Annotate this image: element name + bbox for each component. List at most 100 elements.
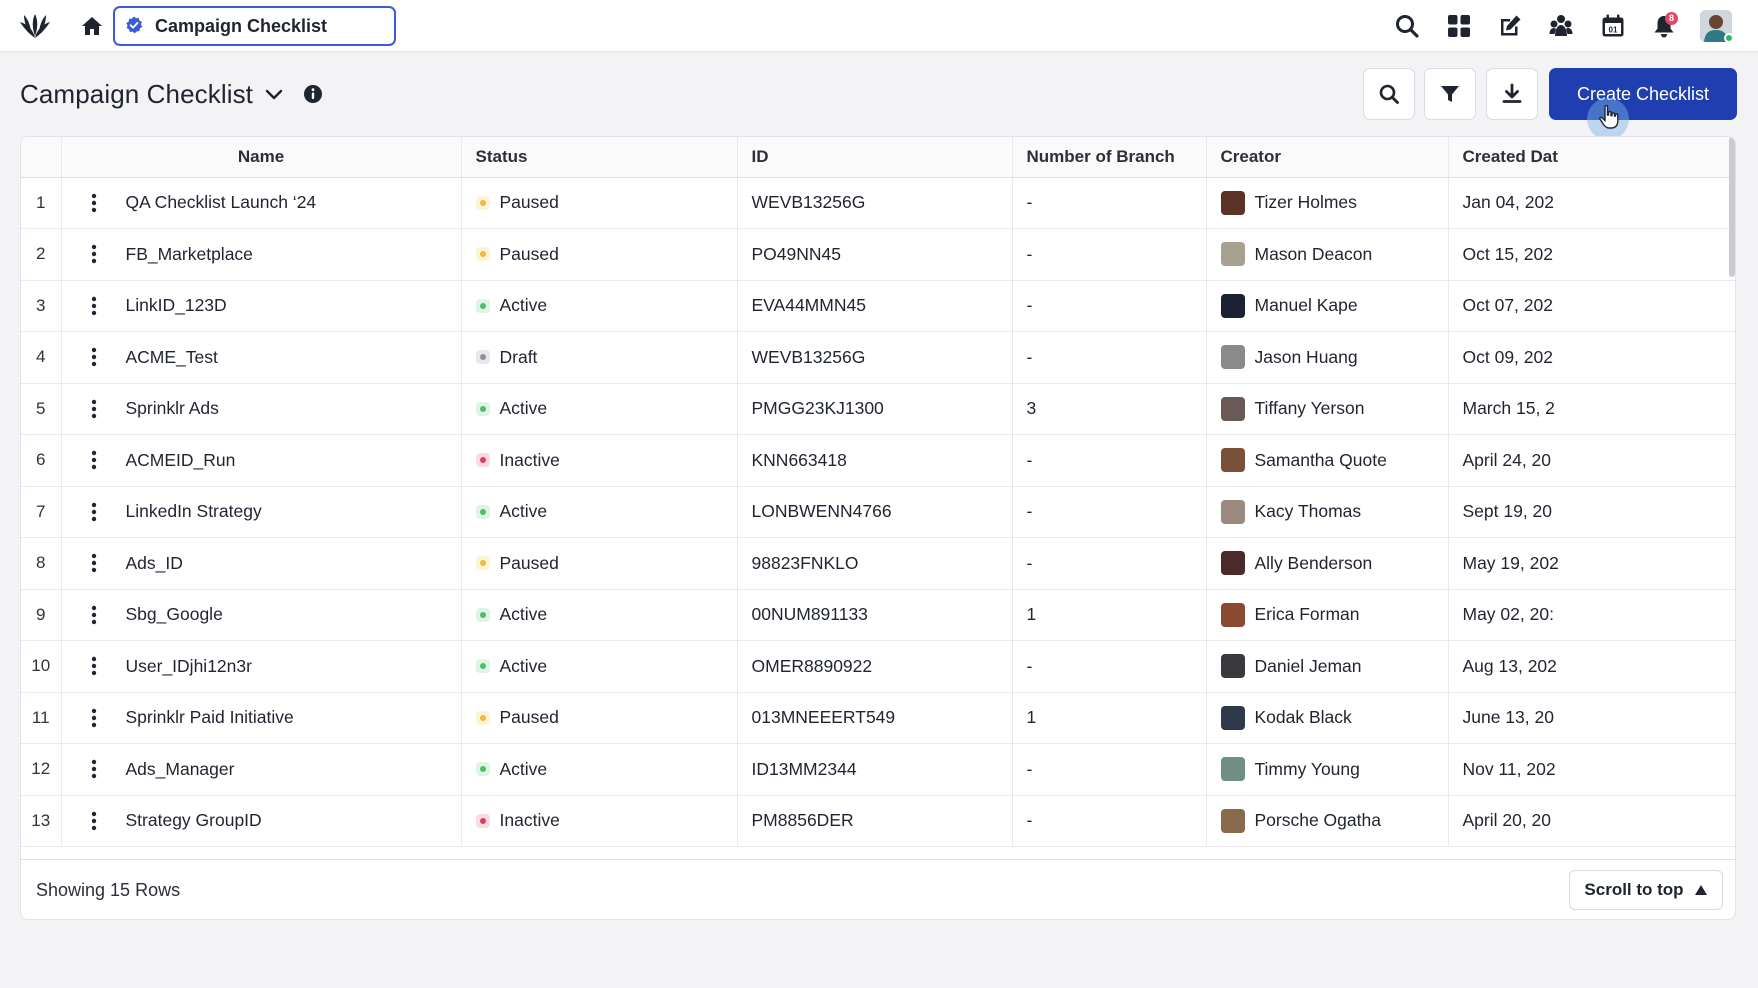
creator-name: Manuel Kape — [1254, 295, 1358, 316]
table-row[interactable]: 2 FB_Marketplace Paused PO49NN45- Mason Deac… — [21, 228, 1735, 281]
compose-icon[interactable] — [1497, 13, 1523, 39]
logo-icon[interactable] — [18, 11, 52, 41]
status-label: Active — [499, 604, 548, 625]
row-index: 3 — [21, 280, 62, 332]
table-row[interactable]: 13 Strategy GroupID Inactive PM8856DER - Pors… — [21, 795, 1735, 847]
checklist-settings-icon — [126, 16, 143, 34]
creator-avatar — [1220, 396, 1245, 421]
home-icon[interactable] — [80, 14, 104, 38]
row-index: 12 — [21, 743, 62, 796]
creator-cell: Jason Huang — [1206, 331, 1449, 384]
branches-cell: - — [1012, 537, 1207, 590]
branches-cell: 3 — [1012, 383, 1207, 435]
search-icon[interactable] — [1394, 13, 1420, 39]
filter-button[interactable] — [1424, 68, 1476, 120]
checklist-name[interactable]: Sprinklr Paid Initiative — [126, 707, 294, 728]
status-label: Paused — [499, 552, 559, 573]
branches-cell: - — [1012, 486, 1207, 538]
column-header-id[interactable]: ID — [737, 137, 1013, 178]
created-date-cell: May 02, 20: — [1448, 589, 1735, 641]
chevron-down-icon[interactable] — [263, 83, 285, 105]
vertical-scrollbar[interactable] — [1729, 137, 1735, 277]
table-row[interactable]: 4 ACME_Test Draft WEVB13256G - Jason Huang Oct… — [21, 331, 1735, 384]
checklist-name[interactable]: User_IDjhi12n3r — [126, 656, 252, 677]
column-header-created-date[interactable]: Created Dat — [1448, 137, 1735, 178]
checklist-name[interactable]: FB_Marketplace — [126, 244, 253, 265]
status-dot-icon — [475, 298, 490, 313]
kebab-menu-icon[interactable] — [84, 809, 104, 833]
created-date-cell: May 19, 202 — [1448, 537, 1735, 590]
checklist-name[interactable]: Sbg_Google — [126, 604, 223, 625]
table-row[interactable]: 11 Sprinklr Paid Initiative Paused 013MNEEE… — [21, 692, 1735, 744]
checklist-name[interactable]: Sprinklr Ads — [126, 398, 219, 419]
kebab-menu-icon[interactable] — [84, 500, 104, 524]
checklist-name[interactable]: Ads_ID — [126, 553, 183, 574]
kebab-menu-icon[interactable] — [84, 345, 104, 369]
column-header-branches[interactable]: Number of Branch — [1012, 137, 1207, 178]
table-footer: Showing 15 Rows Scroll to top — [21, 859, 1735, 919]
kebab-menu-icon[interactable] — [84, 706, 104, 730]
search-button[interactable] — [1363, 68, 1415, 120]
creator-avatar — [1220, 654, 1245, 679]
notification-badge: 8 — [1665, 12, 1678, 25]
creator-avatar — [1220, 705, 1245, 730]
creator-name: Porsche Ogatha — [1254, 810, 1381, 831]
name-cell: QA Checklist Launch ‘24 — [61, 177, 462, 229]
table-row[interactable]: 7 LinkedIn Strategy Active LONBWENN4766- Kac… — [21, 486, 1735, 538]
table-row[interactable]: 6 ACMEID_Run Inactive KNN663418- Samantha Qu… — [21, 434, 1735, 487]
kebab-menu-icon[interactable] — [84, 551, 104, 575]
creator-cell: Samantha Quote — [1206, 434, 1449, 487]
checklist-name[interactable]: Ads_Manager — [126, 759, 235, 780]
creator-name: Samantha Quote — [1254, 449, 1387, 470]
info-icon[interactable] — [303, 84, 323, 104]
kebab-menu-icon[interactable] — [84, 448, 104, 472]
table-header-row: Name Status ID Number of Branch Creator … — [21, 137, 1735, 178]
checklist-name[interactable]: ACME_Test — [126, 347, 218, 368]
checklist-name[interactable]: Strategy GroupID — [126, 810, 262, 831]
status-dot-icon — [475, 659, 490, 674]
table-row[interactable]: 1 QA Checklist Launch ‘24 Paused WEVB13256G… — [21, 177, 1735, 229]
status-cell: Active — [461, 280, 738, 332]
created-date-cell: Sept 19, 20 — [1448, 486, 1735, 538]
active-tab[interactable]: Campaign Checklist — [113, 6, 396, 46]
checklist-name[interactable]: QA Checklist Launch ‘24 — [126, 192, 317, 213]
download-button[interactable] — [1486, 68, 1538, 120]
community-icon[interactable] — [1548, 13, 1574, 39]
id-cell: PMGG23KJ1300 — [737, 383, 1013, 435]
table-row[interactable]: 3 LinkID_123D Active EVA44MMN45- Manuel Kape… — [21, 280, 1735, 332]
kebab-menu-icon[interactable] — [84, 397, 104, 421]
branches-cell: 1 — [1012, 589, 1207, 641]
name-cell: Sbg_Google — [61, 589, 462, 641]
column-header-name[interactable]: Name — [61, 137, 462, 178]
row-index: 13 — [21, 795, 62, 847]
table-row[interactable]: 12 Ads_Manager Active ID13MM2344- Timmy Youn… — [21, 743, 1735, 796]
column-header-creator[interactable]: Creator — [1206, 137, 1449, 178]
kebab-menu-icon[interactable] — [84, 757, 104, 781]
checklist-name[interactable]: ACMEID_Run — [126, 450, 236, 471]
table-row[interactable]: 5 Sprinklr Ads Active PMGG23KJ1300 3 Tiffany … — [21, 383, 1735, 435]
table-row[interactable]: 10 User_IDjhi12n3r Active OMER8890922- Danie… — [21, 640, 1735, 693]
calendar-icon[interactable]: 01 — [1600, 13, 1626, 39]
name-cell: ACMEID_Run — [61, 434, 462, 487]
table-row[interactable]: 9 Sbg_Google Active 00NUM891133 1 Erica Forma… — [21, 589, 1735, 641]
column-header-status[interactable]: Status — [461, 137, 738, 178]
kebab-menu-icon[interactable] — [84, 191, 104, 215]
row-index: 1 — [21, 177, 62, 229]
checklist-name[interactable]: LinkedIn Strategy — [126, 501, 262, 522]
kebab-menu-icon[interactable] — [84, 294, 104, 318]
checklist-table-card: Name Status ID Number of Branch Creator … — [20, 136, 1736, 920]
kebab-menu-icon[interactable] — [84, 603, 104, 627]
creator-name: Tiffany Yerson — [1254, 398, 1365, 419]
kebab-menu-icon[interactable] — [84, 242, 104, 266]
checklist-name[interactable]: LinkID_123D — [126, 295, 227, 316]
kebab-menu-icon[interactable] — [84, 654, 104, 678]
scroll-to-top-button[interactable]: Scroll to top — [1569, 870, 1723, 910]
create-checklist-button[interactable]: Create Checklist — [1549, 68, 1737, 120]
table-scroll-area[interactable]: Name Status ID Number of Branch Creator … — [21, 137, 1735, 859]
branches-cell: - — [1012, 640, 1207, 693]
row-index: 6 — [21, 434, 62, 487]
status-cell: Inactive — [461, 795, 738, 847]
grid-icon[interactable] — [1446, 13, 1472, 39]
table-row[interactable]: 8 Ads_ID Paused 98823FNKLO - Ally Benderson Ma… — [21, 537, 1735, 590]
checklist-table: Name Status ID Number of Branch Creator … — [21, 137, 1735, 847]
